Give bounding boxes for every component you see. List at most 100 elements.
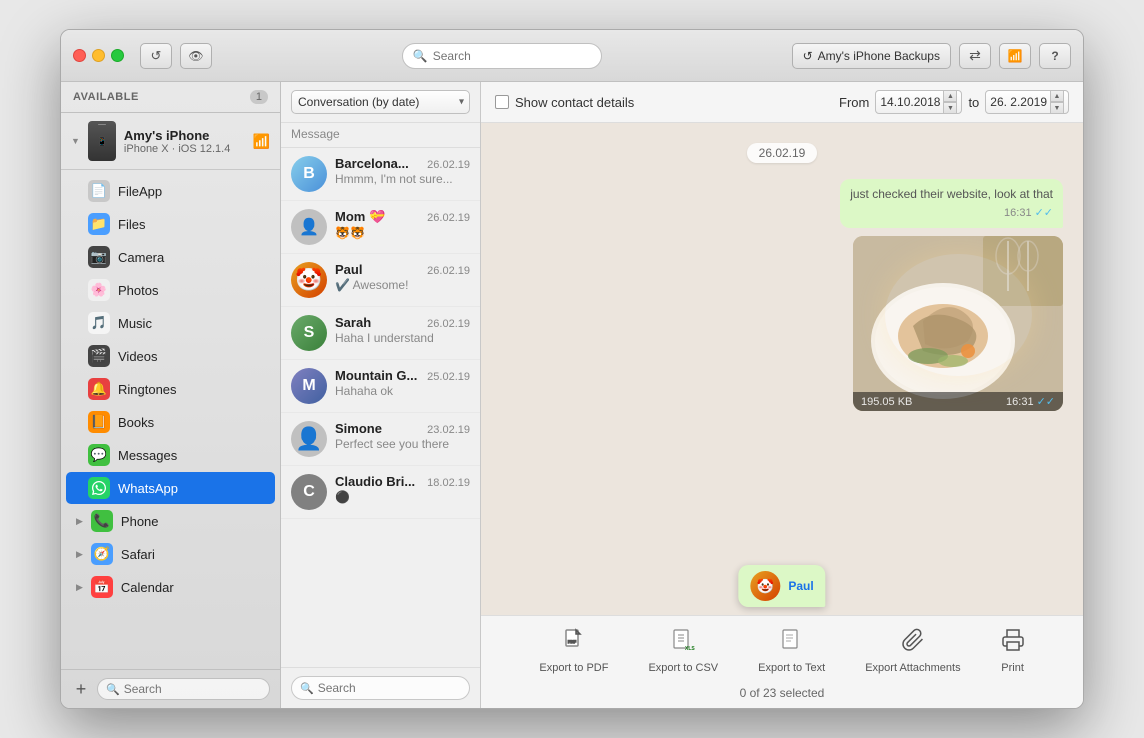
safari-icon: 🧭 (91, 543, 113, 565)
from-date-input[interactable]: 14.10.2018 ▲ ▼ (875, 90, 962, 114)
titlebar-search-input[interactable] (433, 49, 591, 63)
sidebar-item-safari[interactable]: ▶ 🧭 Safari (66, 538, 275, 570)
messages-icon: 💬 (88, 444, 110, 466)
device-name: Amy's iPhone (124, 128, 245, 143)
conversation-preview: Hmmm, I'm not sure... (335, 172, 470, 186)
list-item[interactable]: 👤 Simone 23.02.19 Perfect see you there (281, 413, 480, 466)
wifi-button[interactable]: 📶 (999, 43, 1031, 69)
svg-text:XLS: XLS (685, 646, 695, 652)
sidebar-item-phone[interactable]: ▶ 📞 Phone (66, 505, 275, 537)
conversation-filter-select[interactable]: Conversation (by date) Conversation (by … (291, 90, 470, 114)
sidebar-bottom: + 🔍 (61, 669, 280, 708)
messages-area: 26.02.19 just checked their website, loo… (481, 123, 1083, 423)
sidebar-item-music[interactable]: 🎵 Music (66, 307, 275, 339)
to-date-input[interactable]: 26. 2.2019 ▲ ▼ (985, 90, 1069, 114)
read-receipt-icon: ✓✓ (1035, 206, 1053, 221)
list-item[interactable]: S Sarah 26.02.19 Haha I understand (281, 307, 480, 360)
help-button[interactable]: ? (1039, 43, 1071, 69)
show-contact-row: Show contact details (495, 95, 634, 110)
export-csv-button[interactable]: XLS Export to CSV (640, 624, 726, 678)
arrow-icon: ⇄ (969, 47, 981, 64)
export-csv-icon: XLS (671, 628, 695, 659)
arrow-button[interactable]: ⇄ (959, 43, 991, 69)
phone-expand-icon: ▶ (76, 516, 83, 527)
app-window: ↺ 👁 🔍 ↺ Amy's iPhone Backups ⇄ 📶 ? AVAIL… (60, 29, 1084, 709)
ringtones-label: Ringtones (118, 382, 177, 397)
conversation-date: 23.02.19 (427, 424, 470, 436)
add-app-button[interactable]: + (71, 679, 91, 699)
print-button[interactable]: Print (993, 624, 1033, 678)
export-attachments-button[interactable]: Export Attachments (857, 624, 968, 678)
list-item[interactable]: M Mountain G... 25.02.19 Hahaha ok (281, 360, 480, 413)
show-contact-label: Show contact details (515, 95, 634, 110)
music-label: Music (118, 316, 152, 331)
message-bubble: just checked their website, look at that… (840, 179, 1063, 228)
wifi-icon: 📶 (1008, 49, 1023, 63)
list-item[interactable]: 🤡 Paul 26.02.19 ✔️ Awesome! (281, 254, 480, 307)
backup-label: Amy's iPhone Backups (818, 49, 940, 63)
books-label: Books (118, 415, 154, 430)
filter-row: Conversation (by date) Conversation (by … (281, 82, 480, 123)
maximize-button[interactable] (111, 49, 124, 62)
sidebar-search-icon: 🔍 (106, 683, 120, 696)
device-section[interactable]: ▼ 📱 Amy's iPhone iPhone X · iOS 12.1.4 📶 (61, 113, 280, 170)
safari-expand-icon: ▶ (76, 549, 83, 560)
device-sub: iPhone X · iOS 12.1.4 (124, 143, 245, 155)
sidebar-item-photos[interactable]: 🌸 Photos (66, 274, 275, 306)
eye-button[interactable]: 👁 (180, 43, 212, 69)
image-time: 16:31 (1006, 396, 1034, 408)
sidebar-item-videos[interactable]: 🎬 Videos (66, 340, 275, 372)
image-meta: 16:31 ✓✓ (1006, 395, 1055, 408)
refresh-icon: ↺ (151, 48, 162, 64)
from-date-up[interactable]: ▲ (943, 90, 957, 102)
conversation-name: Barcelona... (335, 156, 409, 171)
sidebar-search-input[interactable] (124, 682, 261, 696)
calendar-expand-icon: ▶ (76, 582, 83, 593)
to-date-up[interactable]: ▲ (1050, 90, 1064, 102)
list-item[interactable]: C Claudio Bri... 18.02.19 ⚫ (281, 466, 480, 519)
toolbar-buttons: PDF Export to PDF XLS (531, 624, 1032, 678)
conv-search-box[interactable]: 🔍 (291, 676, 470, 700)
conversation-preview: Perfect see you there (335, 437, 470, 451)
minimize-button[interactable] (92, 49, 105, 62)
sidebar-item-whatsapp[interactable]: WhatsApp (66, 472, 275, 504)
sidebar-item-calendar[interactable]: ▶ 📅 Calendar (66, 571, 275, 603)
export-text-button[interactable]: Export to Text (750, 624, 833, 678)
conversation-date: 26.02.19 (427, 159, 470, 171)
fileapp-label: FileApp (118, 184, 162, 199)
sidebar-search-box[interactable]: 🔍 (97, 678, 270, 700)
sidebar-item-files[interactable]: 📁 Files (66, 208, 275, 240)
titlebar-search-field[interactable]: 🔍 (402, 43, 602, 69)
conversation-name: Paul (335, 262, 362, 277)
to-label: to (968, 95, 979, 110)
filter-select-wrapper[interactable]: Conversation (by date) Conversation (by … (291, 90, 470, 114)
conv-search-input[interactable] (318, 681, 461, 695)
export-pdf-button[interactable]: PDF Export to PDF (531, 624, 616, 678)
calendar-label: Calendar (121, 580, 174, 595)
conversation-name: Simone (335, 421, 382, 436)
sidebar-item-fileapp[interactable]: 📄 FileApp (66, 175, 275, 207)
backup-button[interactable]: ↺ Amy's iPhone Backups (792, 43, 951, 69)
from-date-down[interactable]: ▼ (943, 102, 957, 114)
conversation-body: Mom 💝 26.02.19 🐯🐯 (335, 209, 470, 240)
list-item[interactable]: B Barcelona... 26.02.19 Hmmm, I'm not su… (281, 148, 480, 201)
popup-bubble: 🤡 Paul (738, 565, 825, 607)
show-contact-checkbox[interactable] (495, 95, 509, 109)
from-date-stepper[interactable]: ▲ ▼ (943, 90, 957, 114)
avatar: M (291, 368, 327, 404)
to-date-down[interactable]: ▼ (1050, 102, 1064, 114)
sidebar-item-messages[interactable]: 💬 Messages (66, 439, 275, 471)
refresh-button[interactable]: ↺ (140, 43, 172, 69)
list-item[interactable]: 👤 Mom 💝 26.02.19 🐯🐯 (281, 201, 480, 254)
sidebar-item-ringtones[interactable]: 🔔 Ringtones (66, 373, 275, 405)
export-attachments-label: Export Attachments (865, 662, 960, 674)
sidebar-item-camera[interactable]: 📷 Camera (66, 241, 275, 273)
titlebar: ↺ 👁 🔍 ↺ Amy's iPhone Backups ⇄ 📶 ? (61, 30, 1083, 82)
close-button[interactable] (73, 49, 86, 62)
sidebar-item-books[interactable]: 📙 Books (66, 406, 275, 438)
food-svg (853, 236, 1063, 411)
backup-icon: ↺ (803, 49, 813, 63)
to-date-stepper[interactable]: ▲ ▼ (1050, 90, 1064, 114)
videos-icon: 🎬 (88, 345, 110, 367)
conv-search-icon: 🔍 (300, 682, 314, 695)
